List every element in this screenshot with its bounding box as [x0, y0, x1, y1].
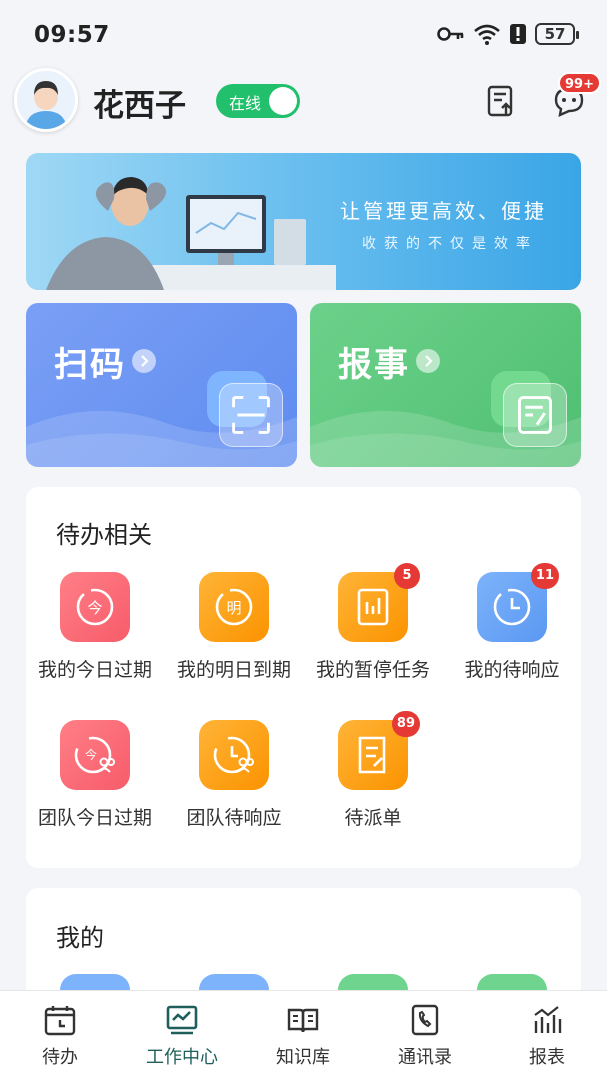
tile-badge: 89 — [391, 711, 420, 737]
avatar[interactable] — [14, 68, 78, 132]
tile-label: 我的待响应 — [464, 659, 560, 681]
chevron-right-icon — [416, 349, 440, 373]
open-book-icon — [287, 1008, 319, 1033]
tile-my-due-tomorrow[interactable]: 明 我的明日到期 — [164, 572, 304, 682]
phone-book-icon — [411, 1004, 439, 1036]
tile-my-pending-response[interactable]: 11 我的待响应 — [442, 563, 582, 682]
tile-team-overdue-today[interactable]: 今 团队今日过期 — [25, 720, 165, 830]
user-name: 花西子 — [93, 88, 186, 124]
tile-icon-bg — [199, 720, 269, 790]
report-card[interactable]: 报事 — [310, 303, 581, 467]
edit-document-icon — [503, 383, 567, 447]
tile-label: 团队待响应 — [186, 807, 282, 829]
tile-glyph: 明 — [226, 599, 241, 617]
scan-label: 扫码 — [54, 345, 126, 385]
tile-icon-bg: 5 — [338, 563, 420, 642]
nav-label: 知识库 — [276, 1047, 330, 1068]
scan-card[interactable]: 扫码 — [26, 303, 297, 467]
tile-label: 我的今日过期 — [37, 659, 152, 681]
toggle-knob — [269, 87, 297, 115]
todo-panel-title: 待办相关 — [56, 521, 152, 549]
today-clock-icon: 今 — [76, 588, 114, 626]
status-bar: 09:57 57 — [0, 0, 607, 72]
tile-label: 团队今日过期 — [37, 807, 152, 829]
nav-label: 工作中心 — [146, 1047, 218, 1068]
nav-label: 报表 — [529, 1047, 565, 1068]
banner-subline: 收获的不仅是效率 — [362, 236, 538, 252]
tile-pending-dispatch[interactable]: 89 待派单 — [303, 711, 443, 830]
banner-illustration — [46, 177, 336, 290]
alert-icon — [510, 24, 526, 44]
tile-badge: 5 — [394, 563, 420, 589]
monitor-chart-icon — [166, 1005, 198, 1035]
message-badge: 99+ — [558, 72, 601, 94]
nav-label: 待办 — [42, 1047, 78, 1068]
bottom-nav: 待办 工作中心 知识库 通讯录 报表 — [0, 990, 607, 1080]
tile-label: 待派单 — [344, 807, 402, 829]
tile-label: 我的明日到期 — [176, 659, 291, 681]
online-status-label: 在线 — [229, 94, 262, 113]
status-time: 09:57 — [34, 22, 110, 48]
promo-banner[interactable]: 让管理更高效、便捷 收获的不仅是效率 — [26, 153, 581, 290]
scan-frame-icon — [219, 383, 283, 447]
tile-team-pending-response[interactable]: 团队待响应 — [164, 720, 304, 830]
tile-icon-bg: 89 — [338, 711, 420, 790]
tile-icon-bg: 今 — [60, 720, 130, 790]
document-upload-icon[interactable] — [484, 84, 518, 118]
header: 花西子 在线 99+ — [0, 66, 607, 138]
user-avatar-icon — [17, 71, 75, 129]
tomorrow-clock-icon: 明 — [215, 588, 253, 626]
mine-panel-title: 我的 — [56, 924, 104, 952]
status-icons: 57 — [437, 22, 579, 46]
tile-badge: 11 — [530, 563, 559, 589]
calendar-clock-icon — [44, 1006, 76, 1036]
team-clock-icon — [213, 736, 254, 774]
tile-label: 我的暂停任务 — [315, 659, 430, 681]
battery-indicator: 57 — [535, 23, 579, 45]
banner-headline: 让管理更高效、便捷 — [340, 199, 547, 223]
nav-label: 通讯录 — [398, 1047, 452, 1068]
nav-item-reports[interactable]: 报表 — [492, 1003, 602, 1069]
report-label: 报事 — [338, 345, 410, 385]
nav-item-todo[interactable]: 待办 — [5, 1003, 115, 1069]
tile-my-paused-tasks[interactable]: 5 我的暂停任务 — [303, 563, 443, 682]
key-icon — [437, 27, 464, 41]
tile-icon-bg: 11 — [477, 563, 559, 642]
tile-glyph: 今 — [87, 599, 102, 617]
tile-icon-bg: 明 — [199, 572, 269, 642]
wifi-icon — [474, 24, 500, 45]
nav-item-knowledge-base[interactable]: 知识库 — [248, 1003, 358, 1069]
chevron-right-icon — [132, 349, 156, 373]
bar-chart-icon — [534, 1006, 562, 1033]
online-status-toggle[interactable]: 在线 — [216, 84, 300, 118]
team-today-icon: 今 — [74, 736, 115, 774]
tile-glyph: 今 — [85, 747, 97, 762]
nav-item-work-center[interactable]: 工作中心 — [127, 1003, 237, 1069]
tile-my-overdue-today[interactable]: 今 我的今日过期 — [25, 572, 165, 682]
todo-panel: 待办相关 今 我的今日过期 明 我的明日到期 5 我的暂停任务 11 我的待响应… — [26, 487, 581, 868]
nav-item-contacts[interactable]: 通讯录 — [370, 1003, 480, 1069]
tile-icon-bg: 今 — [60, 572, 130, 642]
